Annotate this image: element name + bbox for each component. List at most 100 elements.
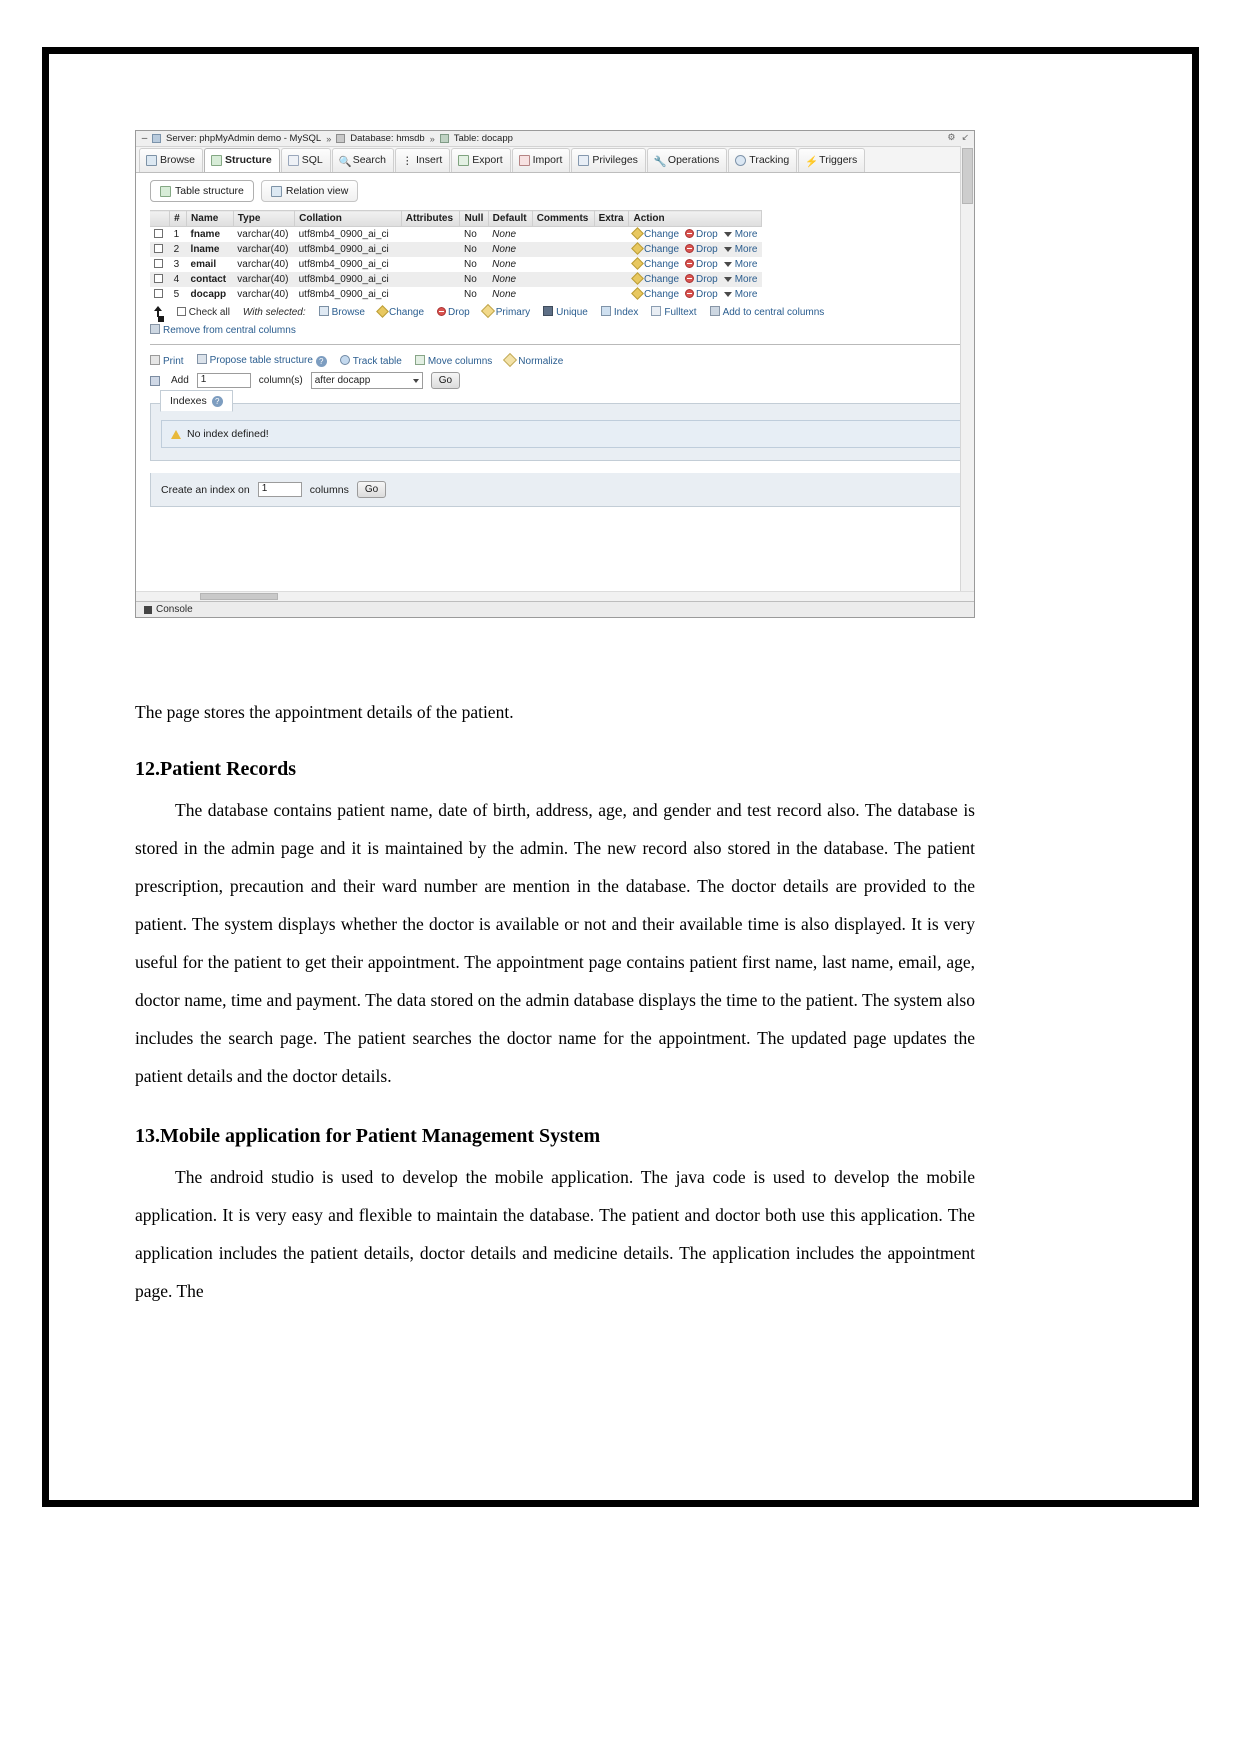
- indexes-tab[interactable]: Indexes ?: [160, 390, 233, 412]
- drop-link[interactable]: Drop: [685, 244, 718, 255]
- row-checkbox-cell[interactable]: [150, 242, 170, 257]
- more-link[interactable]: More: [723, 259, 758, 270]
- create-index-count-input[interactable]: 1: [257, 482, 302, 497]
- row-checkbox[interactable]: [154, 244, 163, 253]
- more-link[interactable]: More: [723, 289, 758, 300]
- change-action[interactable]: Change: [376, 304, 424, 318]
- indexes-panel: Indexes ? No index defined!: [150, 390, 972, 461]
- drop-action[interactable]: Drop: [437, 306, 470, 318]
- th-number[interactable]: #: [169, 210, 188, 227]
- print-action[interactable]: Print: [150, 354, 184, 367]
- primary-action[interactable]: Primary: [480, 303, 530, 319]
- collapse-icon[interactable]: ↙: [961, 132, 969, 143]
- th-type[interactable]: Type: [233, 210, 296, 227]
- index-action[interactable]: Index: [600, 306, 638, 318]
- breadcrumb-database[interactable]: Database: hmsdb: [350, 133, 424, 144]
- browse-action[interactable]: Browse: [318, 306, 365, 318]
- minimize-icon[interactable]: –: [140, 134, 149, 144]
- th-comments[interactable]: Comments: [532, 210, 595, 227]
- tab-triggers[interactable]: ⚡ Triggers: [798, 148, 866, 172]
- drop-link[interactable]: Drop: [685, 229, 718, 240]
- th-name[interactable]: Name: [186, 210, 234, 227]
- browse-icon: [318, 306, 329, 316]
- propose-label: Propose table structure: [209, 355, 313, 366]
- tab-export[interactable]: Export: [451, 148, 511, 172]
- check-all-checkbox[interactable]: [177, 306, 186, 316]
- tab-tracking[interactable]: Tracking: [728, 148, 798, 172]
- tab-browse[interactable]: Browse: [139, 148, 204, 172]
- more-link[interactable]: More: [723, 274, 758, 285]
- th-default[interactable]: Default: [488, 210, 533, 227]
- chevron-down-icon: [412, 378, 419, 383]
- track-table-action[interactable]: Track table: [339, 354, 402, 367]
- subtab-table-structure[interactable]: Table structure: [150, 180, 254, 202]
- tab-import[interactable]: Import: [511, 148, 571, 172]
- row-checkbox[interactable]: [154, 274, 163, 283]
- remove-from-central-columns-action[interactable]: Remove from central columns: [150, 324, 296, 336]
- privileges-icon: [578, 154, 590, 166]
- tab-search[interactable]: 🔍 Search: [331, 148, 394, 172]
- scrollbar-thumb[interactable]: [962, 148, 973, 204]
- drop-icon: [437, 306, 447, 316]
- tab-structure[interactable]: Structure: [204, 148, 280, 172]
- change-link[interactable]: Change: [631, 227, 679, 240]
- th-collation[interactable]: Collation: [294, 210, 402, 227]
- change-link[interactable]: Change: [631, 242, 679, 255]
- row-checkbox[interactable]: [154, 289, 163, 298]
- change-link[interactable]: Change: [631, 257, 679, 270]
- propose-table-structure-action[interactable]: Propose table structure ?: [196, 354, 327, 367]
- row-checkbox-cell[interactable]: [150, 272, 170, 287]
- change-link[interactable]: Change: [631, 272, 679, 285]
- warning-icon: [171, 429, 181, 439]
- tab-sql[interactable]: SQL: [280, 148, 331, 172]
- row-number: 4: [169, 272, 187, 287]
- row-checkbox[interactable]: [154, 229, 163, 238]
- drop-link[interactable]: Drop: [685, 289, 718, 300]
- row-checkbox-cell[interactable]: [150, 227, 170, 243]
- fulltext-action-label: Fulltext: [664, 307, 697, 318]
- normalize-action[interactable]: Normalize: [503, 352, 563, 367]
- tab-insert[interactable]: ⋮ Insert: [395, 148, 451, 172]
- help-icon[interactable]: ?: [211, 395, 223, 407]
- position-value: after docapp: [314, 375, 371, 386]
- central-columns-icon: [709, 306, 720, 316]
- check-all-option[interactable]: Check all: [177, 306, 230, 318]
- vertical-scrollbar[interactable]: [960, 146, 974, 601]
- scrollbar-thumb-horizontal[interactable]: [200, 593, 278, 600]
- more-link[interactable]: More: [723, 229, 758, 240]
- unique-action[interactable]: Unique: [543, 306, 588, 318]
- drop-link[interactable]: Drop: [685, 259, 718, 270]
- add-column-go-button[interactable]: Go: [430, 372, 461, 389]
- more-link[interactable]: More: [723, 244, 758, 255]
- add-column-count-input[interactable]: 1: [196, 373, 251, 388]
- create-index-go-button[interactable]: Go: [356, 481, 387, 498]
- table-row: 3 email varchar(40) utf8mb4_0900_ai_ci N…: [150, 257, 762, 272]
- add-to-central-columns-action[interactable]: Add to central columns: [709, 306, 824, 318]
- tab-operations[interactable]: 🔧 Operations: [646, 148, 728, 172]
- breadcrumb-server[interactable]: Server: phpMyAdmin demo - MySQL: [166, 133, 321, 144]
- subtab-relation-view[interactable]: Relation view: [260, 180, 359, 202]
- add-column-position-select[interactable]: after docapp: [310, 372, 423, 389]
- fulltext-action[interactable]: Fulltext: [651, 306, 697, 318]
- console-bar[interactable]: Console: [136, 601, 974, 617]
- check-all-label: Check all: [188, 306, 230, 318]
- search-icon: 🔍: [338, 155, 352, 168]
- drop-link[interactable]: Drop: [685, 274, 718, 285]
- breadcrumb-table[interactable]: Table: docapp: [454, 133, 513, 144]
- th-extra[interactable]: Extra: [594, 210, 630, 227]
- gear-icon[interactable]: ⚙: [947, 132, 955, 143]
- console-icon: [144, 605, 152, 614]
- move-columns-action[interactable]: Move columns: [414, 354, 492, 367]
- pencil-icon: [631, 287, 644, 300]
- row-collation: utf8mb4_0900_ai_ci: [298, 229, 389, 240]
- change-link[interactable]: Change: [631, 287, 679, 300]
- row-checkbox-cell[interactable]: [150, 257, 170, 272]
- help-icon[interactable]: ?: [315, 356, 327, 367]
- th-attributes[interactable]: Attributes: [401, 210, 461, 227]
- horizontal-scrollbar[interactable]: [136, 591, 974, 601]
- row-checkbox[interactable]: [154, 259, 163, 268]
- tab-privileges[interactable]: Privileges: [571, 148, 646, 172]
- arrow-up-icon[interactable]: [150, 306, 164, 318]
- row-checkbox-cell[interactable]: [150, 287, 170, 302]
- th-null[interactable]: Null: [459, 210, 489, 227]
